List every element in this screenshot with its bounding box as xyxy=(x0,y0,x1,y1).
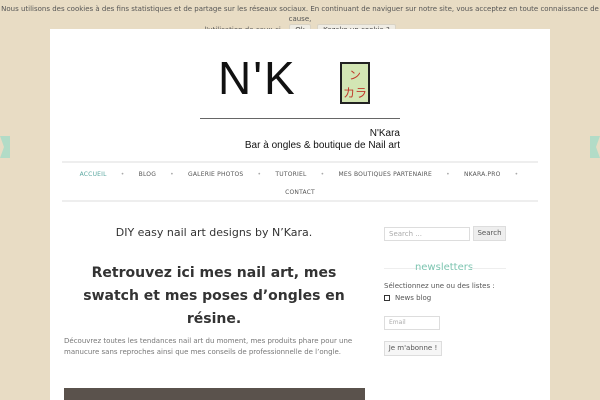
nav-separator: • xyxy=(514,171,519,178)
logo-jp-text-2: カラ xyxy=(342,86,367,100)
email-field[interactable]: Email xyxy=(384,316,440,330)
main-navigation: ACCUEIL • BLOG • GALERIE PHOTOS • TUTORI… xyxy=(62,161,538,202)
ribbon-left xyxy=(0,136,10,158)
widget-divider-right xyxy=(470,268,506,269)
newsletter-option-label: News blog xyxy=(395,294,432,302)
nav-separator: • xyxy=(320,171,325,178)
nav-item-galerie[interactable]: GALERIE PHOTOS xyxy=(188,171,243,178)
logo-brand: N'K xyxy=(218,52,297,104)
nav-row-1: ACCUEIL • BLOG • GALERIE PHOTOS • TUTORI… xyxy=(62,171,538,178)
logo-jp-text-1: ン xyxy=(348,68,361,82)
newsletter-checkbox[interactable] xyxy=(384,295,390,301)
nav-separator: • xyxy=(120,171,125,178)
nav-item-blog[interactable]: BLOG xyxy=(139,171,156,178)
logo-caption-name: N'Kara xyxy=(369,128,400,139)
intro-text: Découvrez toutes les tendances nail art … xyxy=(64,337,353,356)
logo-caption: N'Kara Bar à ongles & boutique de Nail a… xyxy=(200,128,400,152)
nav-item-nkara-pro[interactable]: NKARA.PRO xyxy=(464,171,501,178)
subscribe-button[interactable]: Je m'abonne ! xyxy=(384,341,442,356)
nav-separator: • xyxy=(257,171,262,178)
newsletter-list-label: Sélectionnez une ou des listes : xyxy=(384,282,495,290)
newsletter-option[interactable]: News blog xyxy=(384,294,431,302)
logo-divider xyxy=(200,118,400,119)
post-title: DIY easy nail art designs by N’Kara. xyxy=(115,226,313,239)
featured-photo[interactable] xyxy=(64,388,365,400)
logo-japanese-mark: ン カラ xyxy=(340,62,370,104)
nav-item-tutoriel[interactable]: TUTORIEL xyxy=(275,171,306,178)
nav-separator: • xyxy=(446,171,450,178)
cookie-banner: Nous utilisons des cookies à des fins st… xyxy=(0,0,600,37)
page-container: N'K ン カラ N'Kara Bar à ongles & boutique … xyxy=(50,29,550,400)
search-button[interactable]: Search xyxy=(473,226,506,241)
cookie-text-line1: Nous utilisons des cookies à des fins st… xyxy=(1,5,599,23)
nav-item-accueil[interactable]: ACCUEIL xyxy=(80,171,107,178)
headline: Retrouvez ici mes nail art, mes swatch e… xyxy=(83,265,345,327)
nav-item-contact[interactable]: CONTACT xyxy=(285,189,315,196)
nav-separator: • xyxy=(170,171,174,178)
logo-caption-tagline: Bar à ongles & boutique de Nail art xyxy=(244,140,400,151)
search-input[interactable]: Search ... xyxy=(384,227,470,241)
ribbon-right xyxy=(590,136,600,158)
nav-item-boutiques[interactable]: MES BOUTIQUES PARTENAIRE xyxy=(338,171,432,178)
site-logo[interactable]: N'K ン カラ xyxy=(198,41,403,117)
nav-row-2: CONTACT xyxy=(62,189,538,196)
